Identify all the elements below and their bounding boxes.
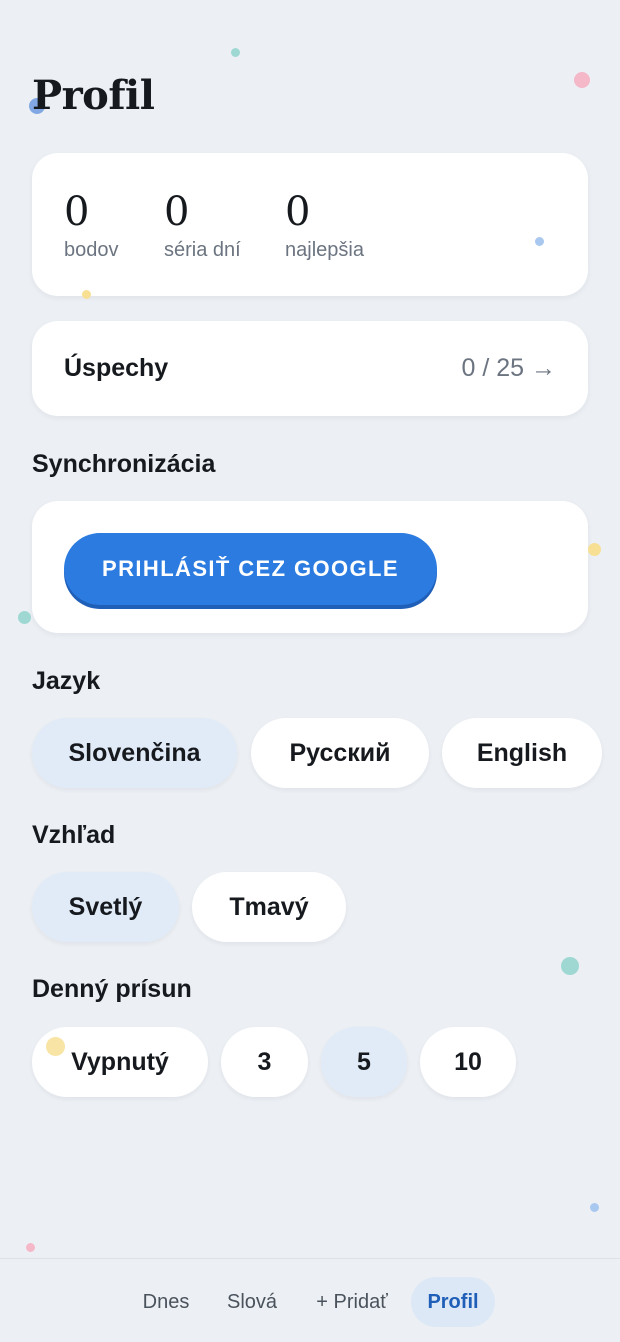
stat-value: 0 bbox=[64, 189, 90, 235]
language-option-slovak[interactable]: Slovenčina bbox=[32, 718, 237, 788]
confetti-dot bbox=[18, 611, 31, 624]
stat-label: najlepšia bbox=[285, 239, 364, 261]
language-option-english[interactable]: English bbox=[442, 718, 602, 788]
appearance-heading: Vzhľad bbox=[32, 821, 116, 849]
nav-item-profile[interactable]: Profil bbox=[411, 1277, 495, 1327]
language-option-russian[interactable]: Русский bbox=[251, 718, 429, 788]
stat-value: 0 bbox=[164, 189, 190, 235]
daily-option-5[interactable]: 5 bbox=[321, 1027, 407, 1097]
confetti-dot bbox=[231, 48, 240, 57]
achievements-label: Úspechy bbox=[64, 354, 169, 382]
stat-points: 0 bodov bbox=[64, 189, 119, 262]
stat-label: bodov bbox=[64, 239, 119, 261]
confetti-dot bbox=[590, 1203, 599, 1212]
daily-option-3[interactable]: 3 bbox=[221, 1027, 308, 1097]
nav-item-add[interactable]: + Pridať bbox=[302, 1277, 402, 1327]
stat-streak: 0 séria dní bbox=[164, 189, 241, 262]
stat-value: 0 bbox=[285, 189, 311, 235]
theme-option-light[interactable]: Svetlý bbox=[32, 872, 179, 942]
confetti-dot bbox=[26, 1243, 35, 1252]
achievements-count: 0 / 25 → bbox=[461, 354, 557, 382]
language-heading: Jazyk bbox=[32, 667, 101, 695]
daily-option-10[interactable]: 10 bbox=[420, 1027, 516, 1097]
stat-label: séria dní bbox=[164, 239, 241, 261]
daily-heading: Denný prísun bbox=[32, 975, 192, 1003]
stat-best: 0 najlepšia bbox=[285, 189, 364, 262]
sync-card: PRIHLÁSIŤ CEZ GOOGLE bbox=[32, 501, 588, 633]
confetti-dot bbox=[574, 72, 590, 88]
theme-option-dark[interactable]: Tmavý bbox=[192, 872, 346, 942]
confetti-dot bbox=[82, 290, 91, 299]
nav-item-today[interactable]: Dnes bbox=[128, 1277, 204, 1327]
confetti-dot bbox=[588, 543, 601, 556]
nav-item-words[interactable]: Slová bbox=[214, 1277, 290, 1327]
confetti-dot bbox=[535, 237, 544, 246]
page-title: Profil bbox=[32, 72, 155, 119]
bottom-nav: Dnes Slová + Pridať Profil bbox=[0, 1258, 620, 1342]
achievements-card[interactable]: Úspechy 0 / 25 → bbox=[32, 321, 588, 416]
confetti-dot bbox=[561, 957, 579, 975]
stats-card: 0 bodov 0 séria dní 0 najlepšia bbox=[32, 153, 588, 296]
confetti-dot bbox=[46, 1037, 65, 1056]
sync-heading: Synchronizácia bbox=[32, 450, 216, 478]
profile-screen: Profil 0 bodov 0 séria dní 0 najlepšia Ú… bbox=[0, 0, 620, 1342]
google-sign-in-button[interactable]: PRIHLÁSIŤ CEZ GOOGLE bbox=[64, 533, 437, 605]
